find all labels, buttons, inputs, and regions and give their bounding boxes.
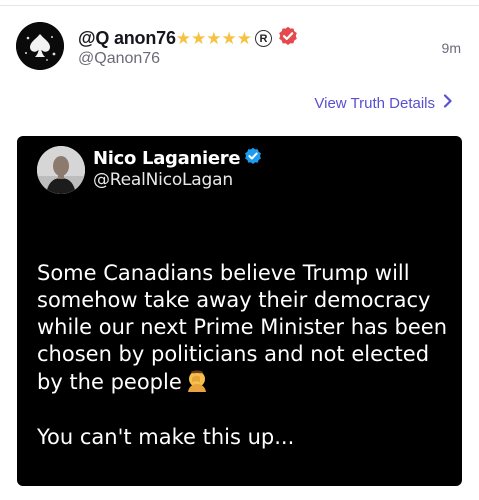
embedded-paragraph-2: You can't make this up... (37, 425, 295, 449)
spade-avatar-icon (16, 22, 64, 70)
author-avatar[interactable] (16, 22, 64, 70)
view-truth-details-label: View Truth Details (314, 94, 435, 112)
embedded-name-row: Nico Laganiere (93, 147, 262, 170)
embedded-post-text: Some Canadians believe Trump will someho… (37, 260, 452, 451)
person-photo-icon (37, 146, 85, 194)
embedded-author-name: Nico Laganiere (93, 148, 241, 169)
verified-check-icon (244, 147, 262, 170)
star-icon: ★ (221, 28, 237, 48)
author-name-row: @Q anon76 ★ ★ ★ ★ ★ R (78, 26, 298, 51)
top-divider (0, 5, 479, 6)
author-handle[interactable]: @Qanon76 (78, 50, 160, 68)
author-display-name[interactable]: @Q anon76 (78, 28, 176, 49)
view-truth-details-link[interactable]: View Truth Details (314, 94, 453, 112)
star-icon: ★ (236, 28, 253, 48)
star-icon: ★ (191, 28, 207, 48)
star-rating: ★ ★ ★ ★ ★ (175, 28, 253, 48)
chevron-right-icon (443, 94, 453, 112)
post-timestamp[interactable]: 9m (442, 40, 461, 56)
registered-mark-icon: R (255, 30, 273, 47)
verified-badge-icon (278, 26, 298, 51)
star-icon: ★ (206, 28, 222, 48)
post-header: @Q anon76 ★ ★ ★ ★ ★ R @Qanon76 9m (16, 22, 463, 72)
embedded-author-avatar (37, 146, 85, 194)
embedded-post-image[interactable]: Nico Laganiere @RealNicoLagan Some Canad… (17, 136, 462, 486)
embedded-author-handle: @RealNicoLagan (93, 170, 233, 190)
facepalm-emoji-icon (185, 368, 209, 399)
embedded-paragraph-1: Some Canadians believe Trump will someho… (37, 261, 448, 394)
star-icon: ★ (175, 28, 192, 48)
